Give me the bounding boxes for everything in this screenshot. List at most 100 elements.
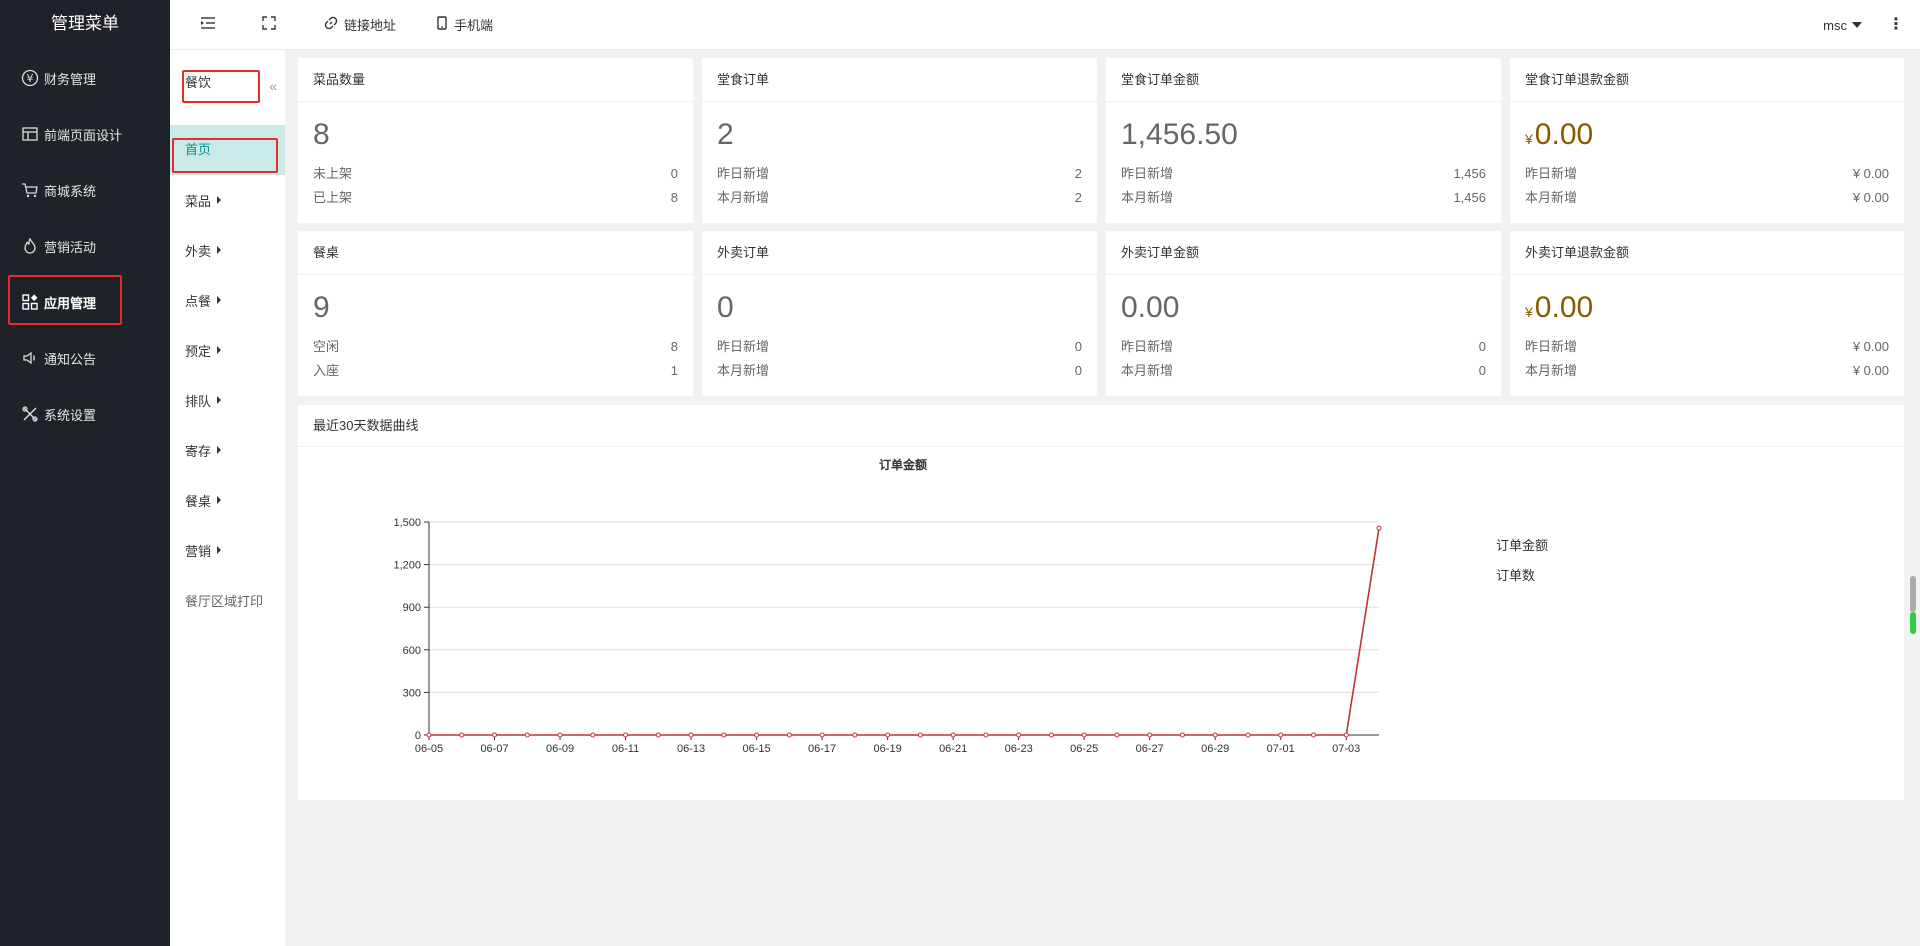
card-row: 未上架 0 [298, 162, 693, 186]
row-label: 本月新增 [1525, 363, 1578, 378]
toggle-sidebar-button[interactable] [170, 0, 240, 50]
x-tick-label: 06-11 [612, 743, 639, 755]
caret-right-icon [217, 346, 222, 354]
sidebar-item-notice[interactable]: 通知公告 [0, 330, 170, 386]
row-label: 未上架 [313, 166, 353, 181]
data-point [492, 732, 498, 738]
data-point [721, 732, 727, 738]
row-value: ¥ 0.00 [1852, 363, 1889, 378]
submenu-item-storage[interactable]: 寄存 [170, 425, 285, 475]
more-vertical-icon[interactable]: ⋮ [1872, 0, 1920, 50]
mobile-button[interactable]: 手机端 [414, 0, 511, 50]
currency-symbol: ¥ [1525, 131, 1533, 147]
sidebar-item-finance[interactable]: ¥ 财务管理 [0, 50, 170, 106]
sidebar-item-settings[interactable]: 系统设置 [0, 386, 170, 442]
scroll-indicator[interactable] [1910, 576, 1916, 634]
submenu-item-queue[interactable]: 排队 [170, 375, 285, 425]
row-label: 昨日新增 [1121, 339, 1174, 354]
x-tick-label: 06-27 [1136, 743, 1164, 755]
row-label: 本月新增 [717, 363, 770, 378]
fullscreen-icon [262, 16, 282, 33]
main-sidebar: 管理菜单 ¥ 财务管理 前端页面设计 商城系统 营销活动 应用管理 通知公告 系… [0, 0, 170, 946]
data-point [1245, 732, 1251, 738]
user-menu[interactable]: msc [1813, 18, 1872, 33]
submenu-item-takeout[interactable]: 外卖 [170, 225, 285, 275]
card-row: 本月新增 0 [1106, 359, 1501, 383]
row-value: 0 [670, 166, 678, 181]
row-value: 0 [1074, 339, 1082, 354]
data-point [1179, 732, 1185, 738]
row-value: 8 [670, 339, 678, 354]
data-point [557, 732, 563, 738]
mobile-phone-icon [436, 16, 454, 33]
sidebar-item-marketing[interactable]: 营销活动 [0, 218, 170, 274]
row-label: 昨日新增 [1525, 339, 1578, 354]
data-point [1114, 732, 1120, 738]
card-title: 外卖订单 [702, 231, 1097, 275]
yen-circle-icon: ¥ [20, 68, 40, 88]
tools-icon [20, 404, 40, 424]
card-title: 堂食订单金额 [1106, 58, 1501, 102]
data-point [655, 732, 661, 738]
x-tick-label: 06-19 [874, 743, 902, 755]
x-tick-label: 07-01 [1267, 743, 1295, 755]
submenu-item-label: 餐厅区域打印 [185, 593, 264, 609]
submenu-item-area-print[interactable]: 餐厅区域打印 [170, 575, 285, 625]
legend-item: 订单金额 [1496, 538, 1548, 553]
row-label: 入座 [313, 363, 340, 378]
card-title: 堂食订单退款金额 [1510, 58, 1904, 102]
cart-icon [20, 180, 40, 200]
sidebar-item-mall[interactable]: 商城系统 [0, 162, 170, 218]
data-point [688, 732, 694, 738]
data-point [1081, 732, 1087, 738]
collapse-icon[interactable]: « [269, 78, 277, 94]
card-value-wrap: ¥0.00 [1510, 102, 1904, 162]
caret-right-icon [217, 246, 222, 254]
submenu-item-label: 预定 [185, 343, 212, 359]
card-row: 昨日新增 0 [702, 335, 1097, 359]
fullscreen-button[interactable] [240, 0, 300, 50]
card-row: 本月新增 0 [702, 359, 1097, 383]
sidebar-item-label: 通知公告 [44, 351, 97, 367]
caret-right-icon [217, 446, 222, 454]
scroll-thumb[interactable] [1910, 576, 1916, 612]
data-point [983, 732, 989, 738]
row-label: 已上架 [313, 190, 353, 205]
sidebar-item-apps[interactable]: 应用管理 [0, 274, 170, 330]
row-label: 本月新增 [1121, 363, 1174, 378]
caret-right-icon [217, 196, 222, 204]
row-value: ¥ 0.00 [1852, 339, 1889, 354]
x-tick-label: 06-05 [415, 743, 443, 755]
x-tick-label: 06-23 [1005, 743, 1033, 755]
mobile-label: 手机端 [454, 18, 494, 33]
apps-icon [20, 292, 40, 312]
card-title: 菜品数量 [298, 58, 693, 102]
data-point [1147, 732, 1153, 738]
sidebar-item-frontend-design[interactable]: 前端页面设计 [0, 106, 170, 162]
row-label: 昨日新增 [1525, 166, 1578, 181]
x-tick-label: 06-17 [808, 743, 836, 755]
submenu-item-label: 排队 [185, 393, 212, 409]
link-address-button[interactable]: 链接地址 [300, 0, 414, 50]
row-value: 1,456 [1453, 190, 1486, 205]
x-tick-label: 06-25 [1070, 743, 1098, 755]
x-tick-label: 07-03 [1332, 743, 1360, 755]
data-point [1278, 732, 1284, 738]
stat-card-dinein-refund: 堂食订单退款金额 ¥0.00 昨日新增 ¥ 0.00 本月新增 ¥ 0.00 [1510, 58, 1904, 223]
submenu-item-label: 菜品 [185, 193, 212, 209]
submenu-item-dishes[interactable]: 菜品 [170, 175, 285, 225]
submenu-item-promotion[interactable]: 营销 [170, 525, 285, 575]
submenu-item-reservation[interactable]: 预定 [170, 325, 285, 375]
card-value: 0.00 [1534, 118, 1594, 151]
currency-symbol: ¥ [1525, 304, 1533, 320]
card-row: 昨日新增 ¥ 0.00 [1510, 335, 1904, 359]
submenu-item-home[interactable]: 首页 [170, 125, 285, 175]
submenu-item-ordering[interactable]: 点餐 [170, 275, 285, 325]
row-label: 本月新增 [717, 190, 770, 205]
submenu-item-label: 点餐 [185, 293, 212, 309]
card-value: 0.00 [1121, 291, 1180, 324]
card-title: 餐桌 [298, 231, 693, 275]
submenu-item-tables[interactable]: 餐桌 [170, 475, 285, 525]
data-point [590, 732, 596, 738]
card-value: 0 [717, 291, 734, 324]
